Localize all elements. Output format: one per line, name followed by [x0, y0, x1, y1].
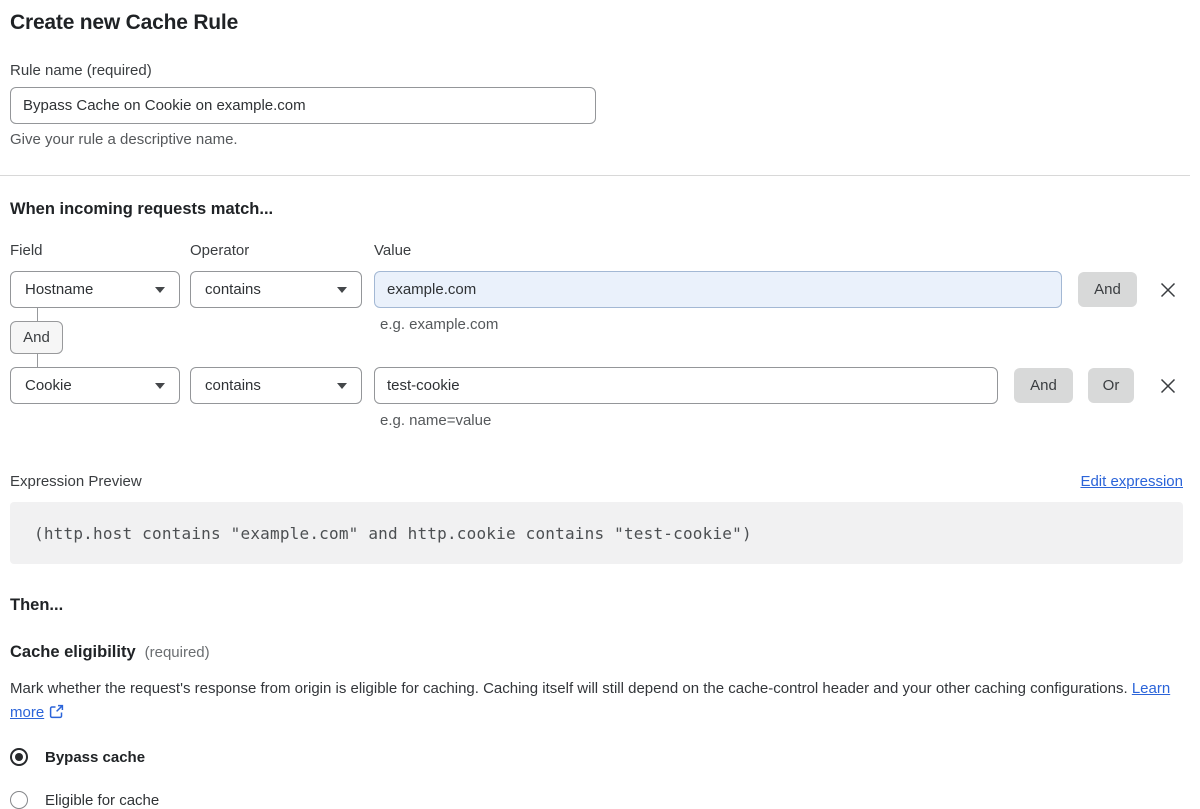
then-section-heading: Then...	[10, 596, 64, 614]
operator-select-row1[interactable]: contains	[190, 271, 362, 308]
close-icon	[1160, 282, 1176, 297]
radio-label-bypass-cache: Bypass cache	[45, 748, 146, 766]
expression-preview-label: Expression Preview	[10, 473, 142, 490]
and-button-row2[interactable]: And	[1014, 368, 1073, 403]
cache-eligibility-title: Cache eligibility	[10, 643, 136, 661]
connector-and-badge: And	[10, 321, 63, 354]
value-hint-row1: e.g. example.com	[380, 316, 499, 333]
and-button-row1[interactable]: And	[1078, 272, 1137, 307]
remove-condition-row2-button[interactable]	[1156, 374, 1180, 398]
page-title: Create new Cache Rule	[10, 11, 239, 34]
create-cache-rule-form: Create new Cache Rule Rule name (require…	[0, 0, 1200, 809]
operator-column-label: Operator	[190, 242, 250, 259]
radio-option-eligible-for-cache[interactable]: Eligible for cache	[10, 791, 1183, 809]
value-input-row1[interactable]	[374, 271, 1062, 308]
rule-name-help: Give your rule a descriptive name.	[10, 131, 238, 148]
rule-name-label: Rule name (required)	[10, 62, 152, 79]
field-select-row1-value: Hostname	[25, 281, 94, 298]
expression-preview-header: Expression Preview Edit expression	[10, 473, 1183, 490]
match-section-heading: When incoming requests match...	[10, 200, 274, 218]
remove-condition-row1-button[interactable]	[1156, 278, 1180, 302]
field-select-row1[interactable]: Hostname	[10, 271, 180, 308]
cache-eligibility-description: Mark whether the request's response from…	[10, 677, 1174, 725]
required-badge: (required)	[144, 644, 210, 661]
radio-unselected-icon[interactable]	[10, 791, 28, 809]
external-link-icon	[50, 704, 64, 719]
match-row-1: Hostname contains And	[10, 271, 1183, 308]
condition-connector-zone: And e.g. example.com	[10, 308, 1183, 367]
section-divider	[0, 175, 1190, 176]
cache-eligibility-heading: Cache eligibility (required)	[10, 643, 1183, 662]
radio-option-bypass-cache[interactable]: Bypass cache	[10, 748, 1183, 766]
operator-select-row2-value: contains	[205, 377, 261, 394]
radio-selected-icon[interactable]	[10, 748, 28, 766]
match-column-labels: Field Operator Value	[10, 242, 1183, 259]
edit-expression-link[interactable]: Edit expression	[1080, 473, 1183, 490]
radio-label-eligible-for-cache: Eligible for cache	[45, 791, 160, 809]
close-icon	[1160, 378, 1176, 393]
field-select-row2[interactable]: Cookie	[10, 367, 180, 404]
cache-eligibility-options: Bypass cache Eligible for cache	[10, 748, 1183, 809]
chevron-down-icon	[337, 382, 347, 389]
match-row-2: Cookie contains And Or	[10, 367, 1183, 404]
operator-select-row1-value: contains	[205, 281, 261, 298]
operator-select-row2[interactable]: contains	[190, 367, 362, 404]
field-column-label: Field	[10, 242, 43, 259]
value-column-label: Value	[374, 242, 412, 259]
expression-preview-code: (http.host contains "example.com" and ht…	[10, 502, 1183, 564]
value-input-row2[interactable]	[374, 367, 998, 404]
chevron-down-icon	[155, 382, 165, 389]
field-select-row2-value: Cookie	[25, 377, 72, 394]
description-text: Mark whether the request's response from…	[10, 680, 1128, 697]
or-button-row2[interactable]: Or	[1088, 368, 1134, 403]
chevron-down-icon	[337, 286, 347, 293]
chevron-down-icon	[155, 286, 165, 293]
rule-name-input[interactable]	[10, 87, 596, 124]
value-hint-row2: e.g. name=value	[380, 412, 492, 429]
